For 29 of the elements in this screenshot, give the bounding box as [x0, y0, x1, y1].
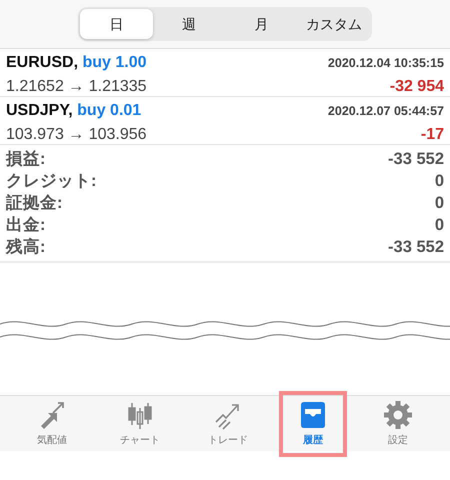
inbox-tray-icon	[298, 400, 328, 430]
period-tab[interactable]: カスタム	[298, 9, 370, 39]
summary-label: 出金:	[6, 214, 46, 236]
deal-prices: 1.21652 → 1.21335	[6, 77, 147, 97]
summary-value: -33 552	[388, 236, 444, 258]
period-tab[interactable]: 月	[225, 9, 298, 39]
period-tab[interactable]: 週	[152, 9, 225, 39]
period-tab[interactable]: 日	[80, 9, 152, 39]
gear-icon	[383, 400, 413, 430]
deal-time: 2020.12.07 05:44:57	[328, 103, 444, 120]
summary-label: 残高:	[6, 236, 46, 258]
tab-bar-item[interactable]: チャート	[96, 396, 184, 451]
summary-label: 証拠金:	[6, 192, 62, 214]
summary-label: 損益:	[6, 148, 46, 170]
deal-time: 2020.12.04 10:35:15	[328, 55, 444, 72]
deal-title: EURUSD, buy 1.00	[6, 53, 146, 73]
summary-label: クレジット:	[6, 170, 96, 192]
tab-bar-item[interactable]: 気配値	[8, 396, 96, 451]
deal-profit: -32 954	[390, 77, 444, 97]
summary-value: 0	[434, 170, 444, 192]
summary-value: 0	[434, 192, 444, 214]
deal-prices: 103.973 → 103.956	[6, 125, 147, 145]
summary-value: 0	[434, 214, 444, 236]
deal-title: USDJPY, buy 0.01	[6, 101, 142, 121]
tab-bar-item[interactable]: 履歴	[282, 394, 344, 454]
tab-bar-item[interactable]: トレード	[184, 396, 272, 451]
tab-bar-item[interactable]: 設定	[354, 396, 442, 451]
deal-profit: -17	[420, 125, 444, 145]
summary-value: -33 552	[388, 148, 444, 170]
